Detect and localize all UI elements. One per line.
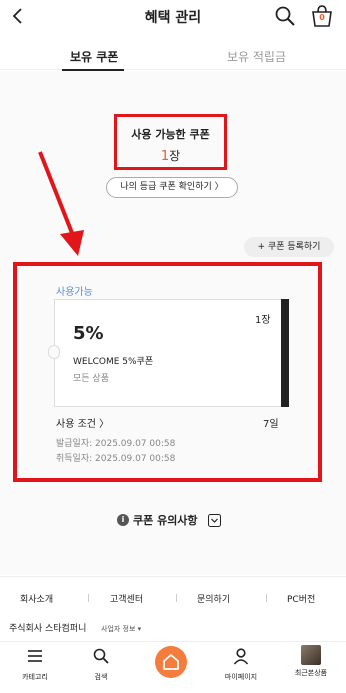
acquire-date: 취득일자: 2025.09.07 00:58 [56, 454, 176, 464]
coupon-quantity: 1장 [255, 315, 271, 326]
available-coupons-box: 사용 가능한 쿠폰 1장 [114, 114, 227, 170]
nav-recent[interactable]: 최근본상품 [276, 642, 346, 693]
days-remaining: 7일 [263, 419, 279, 430]
footer-divider [88, 594, 89, 602]
available-count-unit: 장 [169, 149, 181, 163]
cart-count-badge: 0 [319, 13, 325, 22]
search-icon[interactable] [274, 5, 296, 27]
available-coupons-label: 사용 가능한 쿠폰 [131, 128, 210, 141]
nav-mypage[interactable]: 마이페이지 [206, 642, 276, 693]
recent-product-thumbnail [301, 645, 321, 665]
footer-links: 회사소개 고객센터 문의하기 PC버전 [0, 576, 346, 614]
nav-mypage-label: 마이페이지 [224, 673, 258, 681]
coupon-stub [281, 299, 289, 407]
app-header: 혜택 관리 0 [0, 0, 346, 34]
person-icon [233, 648, 249, 665]
footer-link-pc[interactable]: PC버전 [287, 592, 315, 605]
available-coupons-count: 1장 [117, 147, 224, 164]
footer-divider [176, 594, 177, 602]
coupon-discount: 5% [73, 323, 104, 344]
home-icon [163, 654, 179, 670]
chevron-down-icon [207, 513, 221, 527]
annotation-arrow-icon [38, 151, 84, 256]
tab-coupons[interactable]: 보유 쿠폰 [70, 48, 118, 65]
footer-link-about[interactable]: 회사소개 [20, 592, 53, 605]
issue-date: 발급일자: 2025.09.07 00:58 [56, 439, 176, 449]
coupon-target: 모든 상품 [73, 374, 109, 384]
nav-search[interactable]: 검색 [66, 642, 136, 693]
footer-divider [266, 594, 267, 602]
company-name: 주식회사 스타컴퍼니 [9, 624, 87, 634]
coupon-status-label: 사용가능 [56, 287, 93, 298]
benefit-tabs: 보유 쿠폰 보유 적립금 [0, 40, 346, 71]
register-coupon-button[interactable]: + 쿠폰 등록하기 [244, 237, 334, 257]
nav-search-label: 검색 [94, 673, 108, 681]
available-count-number: 1 [160, 149, 170, 164]
tab-points[interactable]: 보유 적립금 [227, 48, 286, 65]
coupon-notice-toggle[interactable]: i 쿠폰 유의사항 [117, 512, 221, 528]
nav-category[interactable]: 카테고리 [0, 642, 70, 693]
home-button[interactable] [155, 646, 187, 678]
nav-category-label: 카테고리 [22, 673, 48, 681]
page-title: 혜택 관리 [144, 10, 202, 26]
info-icon: i [117, 514, 129, 526]
back-arrow-icon[interactable] [8, 6, 28, 26]
footer-link-inquiry[interactable]: 문의하기 [197, 592, 230, 605]
cart-button[interactable]: 0 [310, 4, 334, 28]
coupon-notice-label: 쿠폰 유의사항 [133, 514, 198, 527]
grade-coupon-button[interactable]: 나의 등급 쿠폰 확인하기 〉 [106, 177, 238, 198]
footer-link-support[interactable]: 고객센터 [110, 592, 143, 605]
menu-icon [28, 650, 42, 662]
coupon-name: WELCOME 5%쿠폰 [73, 357, 154, 367]
business-info-toggle[interactable]: 사업자 정보 ▾ [101, 624, 141, 634]
search-icon [93, 648, 109, 664]
coupon-notch [48, 345, 60, 359]
coupon-card[interactable] [54, 299, 283, 407]
nav-recent-label: 최근본상품 [294, 669, 328, 677]
usage-conditions-link[interactable]: 사용 조건 〉 [56, 415, 109, 430]
